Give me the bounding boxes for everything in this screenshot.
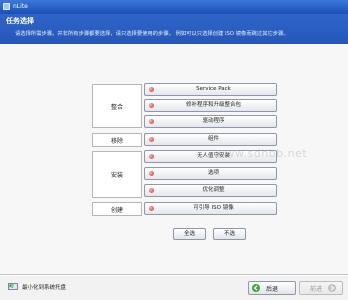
select-none-button[interactable]: 不选 (213, 228, 246, 240)
page-subtitle: 请选择所需步骤。并非所有步骤都要选择，请只选择要使用的步骤。 例如可以只选择创建… (15, 31, 289, 37)
group-setup-label: 安装 (110, 172, 123, 179)
task-label: 组件 (207, 136, 219, 142)
next-button[interactable]: 前进 (299, 281, 343, 295)
task-label: 修补程序和升级整合包 (185, 102, 241, 108)
back-label: 后退 (266, 285, 279, 293)
back-arrow-icon (252, 284, 260, 292)
task-label: 选项 (207, 170, 219, 176)
task-service-pack[interactable]: Service Pack (144, 83, 277, 96)
tray-icon[interactable] (8, 283, 18, 291)
watermark: www.sdhbb.net (216, 147, 308, 160)
next-label: 前进 (310, 285, 323, 293)
minimize-to-tray-label[interactable]: 最小化到系统托盘 (22, 284, 66, 292)
select-all-button[interactable]: 全选 (173, 228, 206, 240)
app-icon (3, 3, 10, 10)
status-indicator-icon (149, 206, 154, 211)
task-tweaks[interactable]: 优化调整 (144, 184, 277, 197)
group-integrate: 整合 (92, 84, 142, 128)
group-setup: 安装 (92, 151, 142, 198)
group-create-label: 创建 (110, 206, 123, 214)
status-indicator-icon (149, 87, 154, 92)
status-indicator-icon (149, 188, 154, 193)
task-label: Service Pack (196, 86, 231, 92)
task-options[interactable]: 选项 (144, 167, 277, 180)
task-label: 驱动程序 (202, 118, 225, 124)
status-indicator-icon (149, 119, 154, 124)
group-integrate-label: 整合 (110, 103, 123, 111)
group-remove: 移除 (92, 133, 142, 147)
title-bar: nLite (0, 0, 348, 14)
task-hotfixes[interactable]: 修补程序和升级整合包 (144, 99, 277, 112)
group-remove-label: 移除 (110, 137, 123, 145)
next-arrow-icon (328, 284, 337, 292)
task-components[interactable]: 组件 (144, 133, 277, 146)
back-button[interactable]: 后退 (248, 281, 296, 295)
window-title: nLite (13, 3, 28, 10)
status-indicator-icon (149, 154, 154, 159)
status-indicator-icon (149, 137, 154, 142)
footer: 最小化到系统托盘 后退 前进 (0, 276, 348, 300)
task-label: 优化调整 (202, 187, 225, 193)
task-label: 可引导 ISO 镜像 (193, 205, 234, 211)
page-header: 任务选择 请选择所需步骤。并非所有步骤都要选择，请只选择要使用的步骤。 例如可以… (0, 14, 348, 44)
group-create: 创建 (92, 202, 142, 216)
status-indicator-icon (149, 171, 154, 176)
status-indicator-icon (149, 103, 154, 108)
task-drivers[interactable]: 驱动程序 (144, 115, 277, 128)
task-bootable-iso[interactable]: 可引导 ISO 镜像 (144, 202, 277, 215)
page-title: 任务选择 (6, 17, 34, 25)
